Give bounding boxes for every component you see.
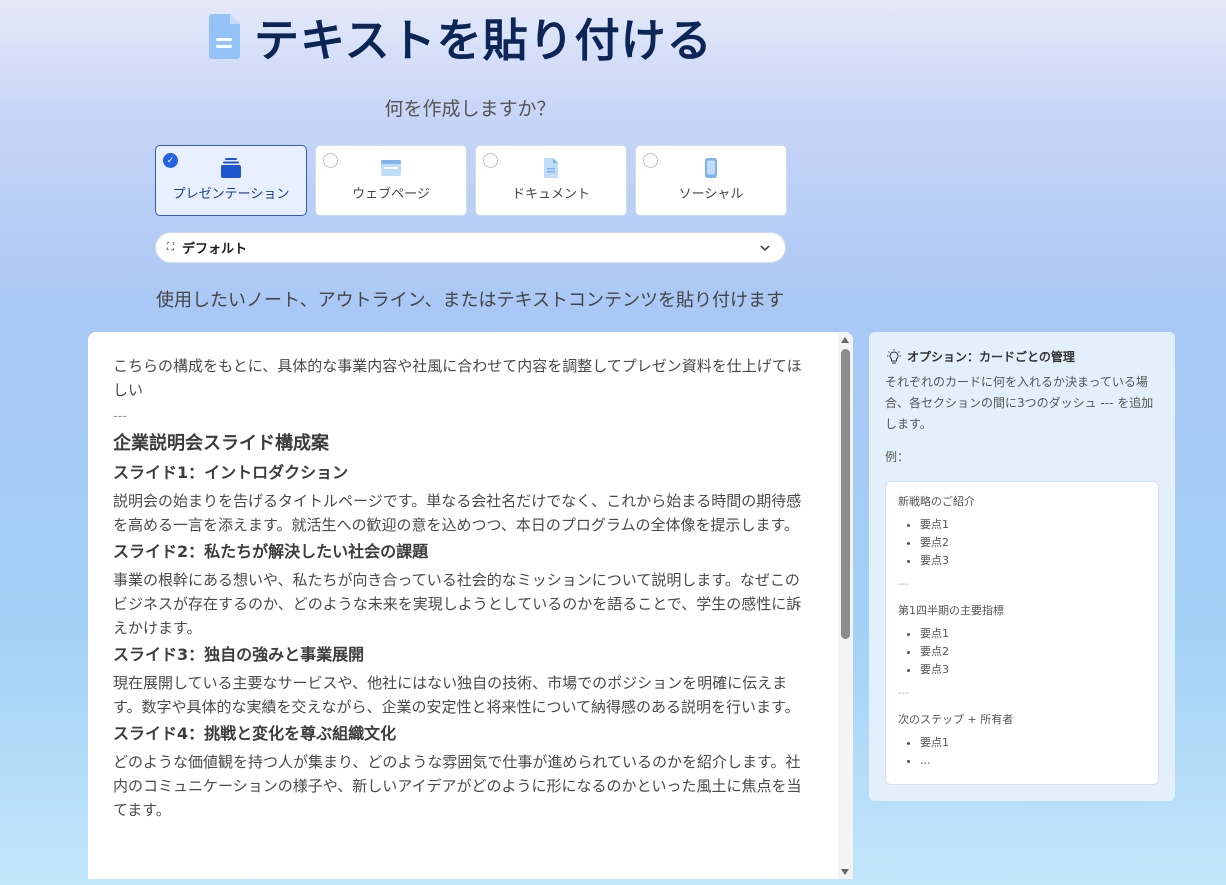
theme-dropdown[interactable]: ⛶ デフォルト [155, 232, 786, 263]
example-label: 例： [885, 450, 910, 464]
editor-separator: --- [113, 409, 128, 424]
example-heading: 新戦略のご紹介 [898, 495, 975, 508]
example-separator: --- [898, 688, 909, 699]
page-subtitle: 何を作成しますか？ [384, 98, 556, 120]
tips-description: それぞれのカードに何を入れるか決まっている場合、各セクションの間に3つのダッシュ… [885, 375, 1154, 431]
example-heading: 次のステップ + 所有者 [898, 713, 1014, 726]
card-tips-panel: オプション：カードごとの管理 それぞれのカードに何を入れるか決まっている場合、各… [869, 332, 1175, 801]
editor-intro: こちらの構成をもとに、具体的な事業内容や社風に合わせて内容を調整してプレゼン資料… [113, 357, 802, 399]
stack-cards-icon [221, 158, 241, 178]
type-label-document: ドキュメント [511, 187, 590, 202]
chevron-down-icon [760, 244, 770, 251]
document-icon [544, 158, 558, 178]
slide-body: どのような価値観を持つ人が集まり、どのような雰囲気で仕事が進められているのかを紹… [113, 753, 802, 819]
slide-title: スライド3：独自の強みと事業展開 [113, 645, 365, 664]
content-type-selector: ✓ プレゼンテーション ウェブページ ドキュメント ソーシャル [155, 145, 787, 216]
slide-title: スライド1：イントロダクション [113, 463, 349, 482]
theme-dropdown-value: デフォルト [182, 242, 248, 257]
radio-checked-icon[interactable]: ✓ [163, 153, 178, 168]
type-label-webpage: ウェブページ [352, 187, 430, 202]
type-option-social[interactable]: ソーシャル [635, 145, 787, 216]
example-heading: 第1四半期の主要指標 [898, 604, 1004, 617]
type-option-webpage[interactable]: ウェブページ [315, 145, 467, 216]
list-item: 要点3 [920, 661, 1146, 679]
tips-title: オプション：カードごとの管理 [885, 348, 1075, 365]
document-icon [209, 14, 240, 59]
example-separator: --- [898, 579, 909, 590]
frame-corners-icon: ⛶ [167, 242, 174, 253]
slide-title: スライド2：私たちが解決したい社会の課題 [113, 542, 429, 561]
phone-icon [705, 158, 717, 178]
list-item: 要点1 [920, 516, 1146, 534]
slide-title: スライド4：挑戦と変化を尊ぶ組織文化 [113, 724, 397, 743]
slide-body: 現在展開している主要なサービスや、他社にはない独自の技術、市場でのポジションを明… [113, 674, 800, 716]
scroll-down-arrow-icon[interactable] [841, 869, 849, 875]
list-item: 要点2 [920, 534, 1146, 552]
type-label-social: ソーシャル [678, 187, 744, 202]
slide-body: 事業の根幹にある想いや、私たちが向き合っている社会的なミッションについて説明しま… [113, 571, 802, 637]
scrollbar-thumb[interactable] [841, 349, 850, 639]
paste-instruction: 使用したいノート、アウトライン、またはテキストコンテンツを貼り付けます [155, 290, 785, 311]
browser-window-icon [381, 160, 401, 176]
page-title: テキストを貼り付ける [254, 13, 713, 67]
radio-unchecked-icon[interactable] [643, 153, 658, 168]
editor-heading: 企業説明会スライド構成案 [113, 433, 329, 454]
lightbulb-icon [887, 348, 901, 363]
editor-content[interactable]: こちらの構成をもとに、具体的な事業内容や社風に合わせて内容を調整してプレゼン資料… [113, 354, 813, 822]
editor-scrollbar[interactable] [838, 332, 853, 879]
type-option-document[interactable]: ドキュメント [475, 145, 627, 216]
example-list: 要点1 ... [898, 734, 1146, 770]
radio-unchecked-icon[interactable] [323, 153, 338, 168]
example-list: 要点1 要点2 要点3 [898, 625, 1146, 679]
type-label-presentation: プレゼンテーション [172, 187, 290, 202]
tips-title-text: オプション：カードごとの管理 [907, 350, 1075, 364]
example-box: 新戦略のご紹介 要点1 要点2 要点3 --- 第1四半期の主要指標 要点1 要… [885, 481, 1159, 785]
list-item: 要点1 [920, 734, 1146, 752]
list-item: 要点2 [920, 643, 1146, 661]
example-list: 要点1 要点2 要点3 [898, 516, 1146, 570]
page-header: テキストを貼り付ける [206, 8, 713, 67]
list-item: 要点3 [920, 552, 1146, 570]
radio-unchecked-icon[interactable] [483, 153, 498, 168]
list-item: ... [920, 752, 1146, 770]
slide-body: 説明会の始まりを告げるタイトルページです。単なる会社名だけでなく、これから始まる… [113, 492, 802, 534]
type-option-presentation[interactable]: ✓ プレゼンテーション [155, 145, 307, 216]
text-editor[interactable]: こちらの構成をもとに、具体的な事業内容や社風に合わせて内容を調整してプレゼン資料… [88, 332, 853, 879]
list-item: 要点1 [920, 625, 1146, 643]
scroll-up-arrow-icon[interactable] [841, 337, 849, 343]
